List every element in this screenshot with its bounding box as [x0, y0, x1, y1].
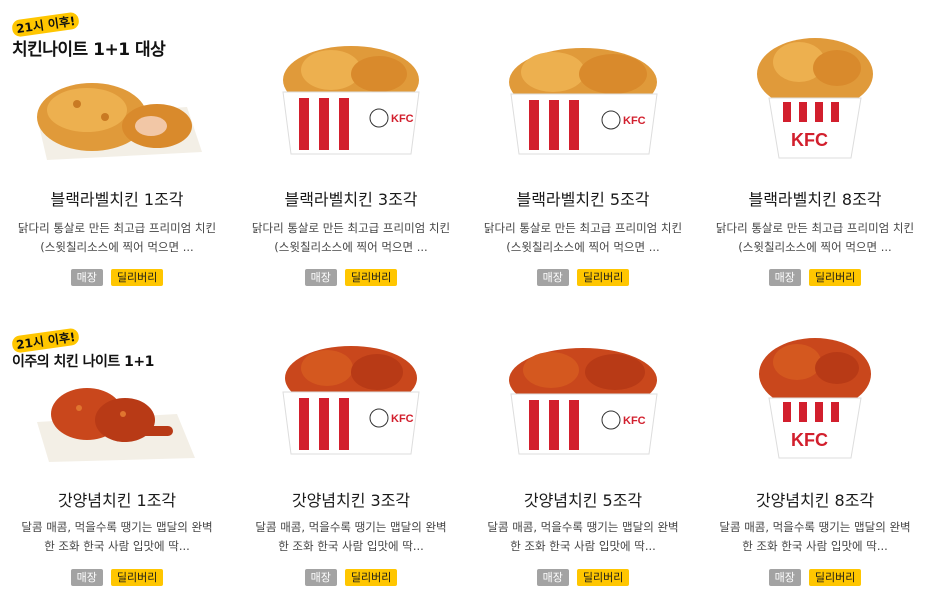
- product-card-god-yangnyeom-8[interactable]: KFC 갓양념치킨 8조각 달콤 매콤, 먹을수록 땡기는 맵달의 완벽 한 조…: [698, 300, 932, 609]
- promo-label: 21시 이후! 치킨나이트 1+1 대상: [11, 11, 166, 60]
- store-badge: 매장: [70, 569, 103, 586]
- promo-headline: 치킨나이트 1+1 대상: [12, 40, 166, 60]
- description-line-1: 닭다리 통살로 만든 최고급 프리미엄 치킨: [251, 221, 451, 235]
- product-grid: 21시 이후! 치킨나이트 1+1 대상 블랙라벨치킨 1조각 닭다리 통살로 …: [0, 0, 934, 609]
- delivery-badge: 딜리버리: [808, 569, 862, 586]
- channel-badges: 매장 딜리버리: [466, 269, 700, 286]
- product-description: 닭다리 통살로 만든 최고급 프리미엄 치킨 (스윗칠리소스에 찍어 먹으면 .…: [698, 219, 932, 257]
- store-badge: 매장: [768, 569, 801, 586]
- product-card-black-label-3[interactable]: KFC 블랙라벨치킨 3조각 닭다리 통살로 만든 최고급 프리미엄 치킨 (스…: [234, 0, 468, 300]
- product-card-god-yangnyeom-3[interactable]: KFC 갓양념치킨 3조각 달콤 매콤, 먹을수록 땡기는 맵달의 완벽 한 조…: [234, 300, 468, 609]
- description-line-2: 한 조화 한국 사람 입맛에 딱...: [44, 539, 190, 553]
- svg-text:KFC: KFC: [391, 413, 414, 425]
- store-badge: 매장: [536, 569, 569, 586]
- product-card-black-label-5[interactable]: KFC 블랙라벨치킨 5조각 닭다리 통살로 만든 최고급 프리미엄 치킨 (스…: [466, 0, 700, 300]
- description-line-2: 한 조화 한국 사람 입맛에 딱...: [278, 539, 424, 553]
- description-line-1: 닭다리 통살로 만든 최고급 프리미엄 치킨: [483, 221, 683, 235]
- sauced-chicken-box-icon: KFC: [493, 322, 673, 464]
- store-badge: 매장: [304, 269, 337, 286]
- svg-text:KFC: KFC: [791, 430, 828, 450]
- sauced-chicken-box-icon: KFC: [261, 322, 441, 464]
- product-description: 닭다리 통살로 만든 최고급 프리미엄 치킨 (스윗칠리소스에 찍어 먹으면 .…: [466, 219, 700, 257]
- description-line-1: 닭다리 통살로 만든 최고급 프리미엄 치킨: [715, 221, 915, 235]
- product-title[interactable]: 갓양념치킨 1조각: [0, 487, 234, 511]
- product-description: 달콤 매콤, 먹을수록 땡기는 맵달의 완벽 한 조화 한국 사람 입맛에 딱.…: [234, 518, 468, 556]
- product-description: 닭다리 통살로 만든 최고급 프리미엄 치킨 (스윗칠리소스에 찍어 먹으면 .…: [234, 219, 468, 257]
- svg-text:KFC: KFC: [391, 113, 414, 125]
- product-title[interactable]: 블랙라벨치킨 3조각: [234, 186, 468, 210]
- store-badge: 매장: [768, 269, 801, 286]
- promo-headline: 이주의 치킨 나이트 1+1: [12, 354, 154, 370]
- sauced-chicken-bucket-icon: KFC: [725, 322, 905, 464]
- product-card-god-yangnyeom-5[interactable]: KFC 갓양념치킨 5조각 달콤 매콤, 먹을수록 땡기는 맵달의 완벽 한 조…: [466, 300, 700, 609]
- delivery-badge: 딜리버리: [110, 569, 164, 586]
- channel-badges: 매장 딜리버리: [466, 569, 700, 586]
- promo-badge: 21시 이후!: [11, 11, 81, 38]
- description-line-1: 달콤 매콤, 먹을수록 땡기는 맵달의 완벽: [21, 520, 213, 534]
- store-badge: 매장: [70, 269, 103, 286]
- channel-badges: 매장 딜리버리: [234, 569, 468, 586]
- svg-text:KFC: KFC: [623, 415, 646, 427]
- channel-badges: 매장 딜리버리: [698, 569, 932, 586]
- product-title[interactable]: 갓양념치킨 8조각: [698, 487, 932, 511]
- description-line-2: (스윗칠리소스에 찍어 먹으면 ...: [506, 240, 660, 254]
- svg-text:KFC: KFC: [623, 115, 646, 127]
- delivery-badge: 딜리버리: [344, 269, 398, 286]
- product-title[interactable]: 갓양념치킨 3조각: [234, 487, 468, 511]
- description-line-2: 한 조화 한국 사람 입맛에 딱...: [742, 539, 888, 553]
- description-line-2: 한 조화 한국 사람 입맛에 딱...: [510, 539, 656, 553]
- product-card-god-yangnyeom-1[interactable]: 21시 이후! 이주의 치킨 나이트 1+1 갓양념치킨 1조각 달콤 매콤, …: [0, 300, 234, 609]
- description-line-1: 달콤 매콤, 먹을수록 땡기는 맵달의 완벽: [255, 520, 447, 534]
- crispy-chicken-box-icon: KFC: [261, 22, 441, 164]
- channel-badges: 매장 딜리버리: [0, 269, 234, 286]
- description-line-2: (스윗칠리소스에 찍어 먹으면 ...: [738, 240, 892, 254]
- product-description: 달콤 매콤, 먹을수록 땡기는 맵달의 완벽 한 조화 한국 사람 입맛에 딱.…: [0, 518, 234, 556]
- svg-text:KFC: KFC: [791, 130, 828, 150]
- description-line-1: 닭다리 통살로 만든 최고급 프리미엄 치킨: [17, 221, 217, 235]
- description-line-2: (스윗칠리소스에 찍어 먹으면 ...: [40, 240, 194, 254]
- channel-badges: 매장 딜리버리: [234, 269, 468, 286]
- product-description: 닭다리 통살로 만든 최고급 프리미엄 치킨 (스윗칠리소스에 찍어 먹으면 .…: [0, 219, 234, 257]
- delivery-badge: 딜리버리: [576, 269, 630, 286]
- product-title[interactable]: 블랙라벨치킨 1조각: [0, 186, 234, 210]
- store-badge: 매장: [536, 269, 569, 286]
- delivery-badge: 딜리버리: [576, 569, 630, 586]
- promo-label: 21시 이후! 이주의 치킨 나이트 1+1: [11, 327, 154, 371]
- channel-badges: 매장 딜리버리: [0, 569, 234, 586]
- crispy-chicken-bucket-icon: KFC: [725, 22, 905, 164]
- product-title[interactable]: 갓양념치킨 5조각: [466, 487, 700, 511]
- delivery-badge: 딜리버리: [110, 269, 164, 286]
- channel-badges: 매장 딜리버리: [698, 269, 932, 286]
- product-card-black-label-1[interactable]: 21시 이후! 치킨나이트 1+1 대상 블랙라벨치킨 1조각 닭다리 통살로 …: [0, 0, 234, 300]
- description-line-1: 달콤 매콤, 먹을수록 땡기는 맵달의 완벽: [719, 520, 911, 534]
- product-title[interactable]: 블랙라벨치킨 8조각: [698, 186, 932, 210]
- promo-badge: 21시 이후!: [11, 327, 81, 354]
- delivery-badge: 딜리버리: [344, 569, 398, 586]
- product-description: 달콤 매콤, 먹을수록 땡기는 맵달의 완벽 한 조화 한국 사람 입맛에 딱.…: [466, 518, 700, 556]
- delivery-badge: 딜리버리: [808, 269, 862, 286]
- product-title[interactable]: 블랙라벨치킨 5조각: [466, 186, 700, 210]
- description-line-2: (스윗칠리소스에 찍어 먹으면 ...: [274, 240, 428, 254]
- product-description: 달콤 매콤, 먹을수록 땡기는 맵달의 완벽 한 조화 한국 사람 입맛에 딱.…: [698, 518, 932, 556]
- description-line-1: 달콤 매콤, 먹을수록 땡기는 맵달의 완벽: [487, 520, 679, 534]
- product-card-black-label-8[interactable]: KFC 블랙라벨치킨 8조각 닭다리 통살로 만든 최고급 프리미엄 치킨 (스…: [698, 0, 932, 300]
- store-badge: 매장: [304, 569, 337, 586]
- crispy-chicken-box-icon: KFC: [493, 22, 673, 164]
